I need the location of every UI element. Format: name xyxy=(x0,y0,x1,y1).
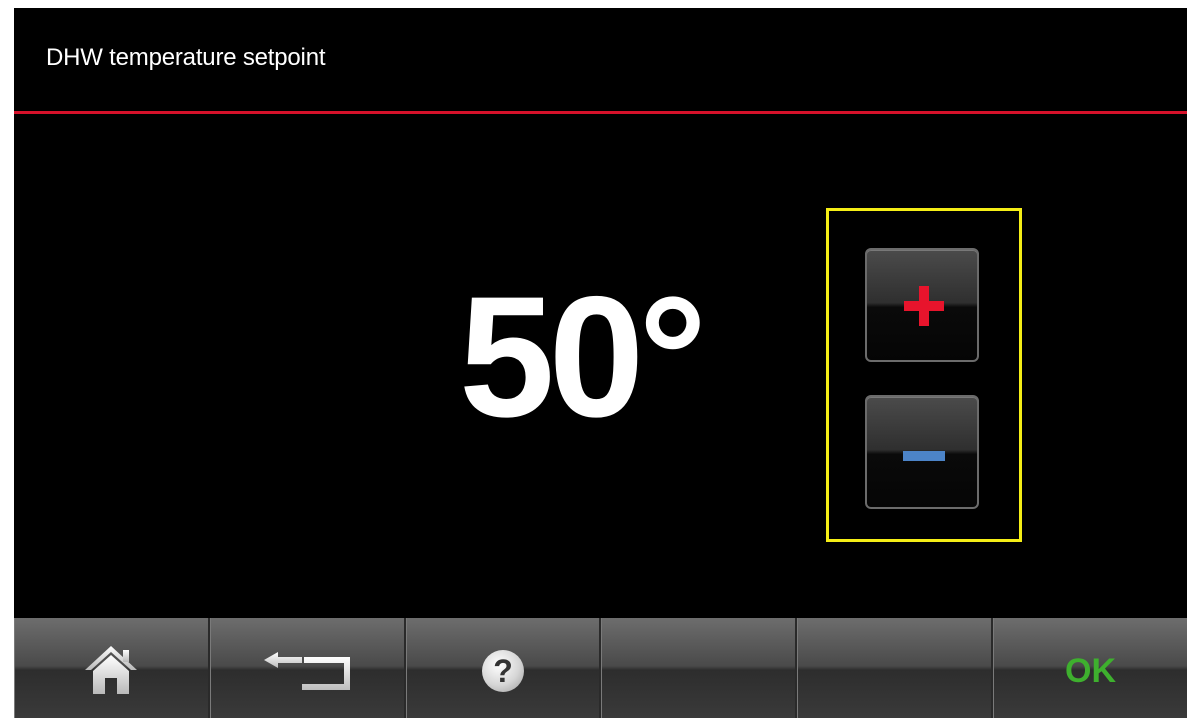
setpoint-value: 50° xyxy=(459,261,707,453)
page-title: DHW temperature setpoint xyxy=(46,44,326,71)
home-button[interactable] xyxy=(14,618,210,718)
header-divider xyxy=(14,111,1187,114)
plus-icon xyxy=(904,286,944,326)
increase-button[interactable] xyxy=(865,248,979,362)
help-button[interactable]: ? xyxy=(405,618,602,718)
back-button[interactable] xyxy=(209,618,406,718)
decrease-button[interactable] xyxy=(865,395,979,509)
header: DHW temperature setpoint xyxy=(14,8,1187,114)
minus-icon xyxy=(903,451,945,461)
toolbar-empty-slot xyxy=(601,618,798,718)
help-icon: ? xyxy=(482,650,525,692)
device-screen: DHW temperature setpoint 50° ? OK xyxy=(14,8,1187,718)
home-icon xyxy=(85,646,138,694)
back-arrow-icon xyxy=(264,652,351,690)
bottom-toolbar: ? OK xyxy=(14,618,1187,718)
ok-label: OK xyxy=(1065,651,1117,690)
ok-button[interactable]: OK xyxy=(993,618,1187,718)
toolbar-empty-slot xyxy=(797,618,994,718)
